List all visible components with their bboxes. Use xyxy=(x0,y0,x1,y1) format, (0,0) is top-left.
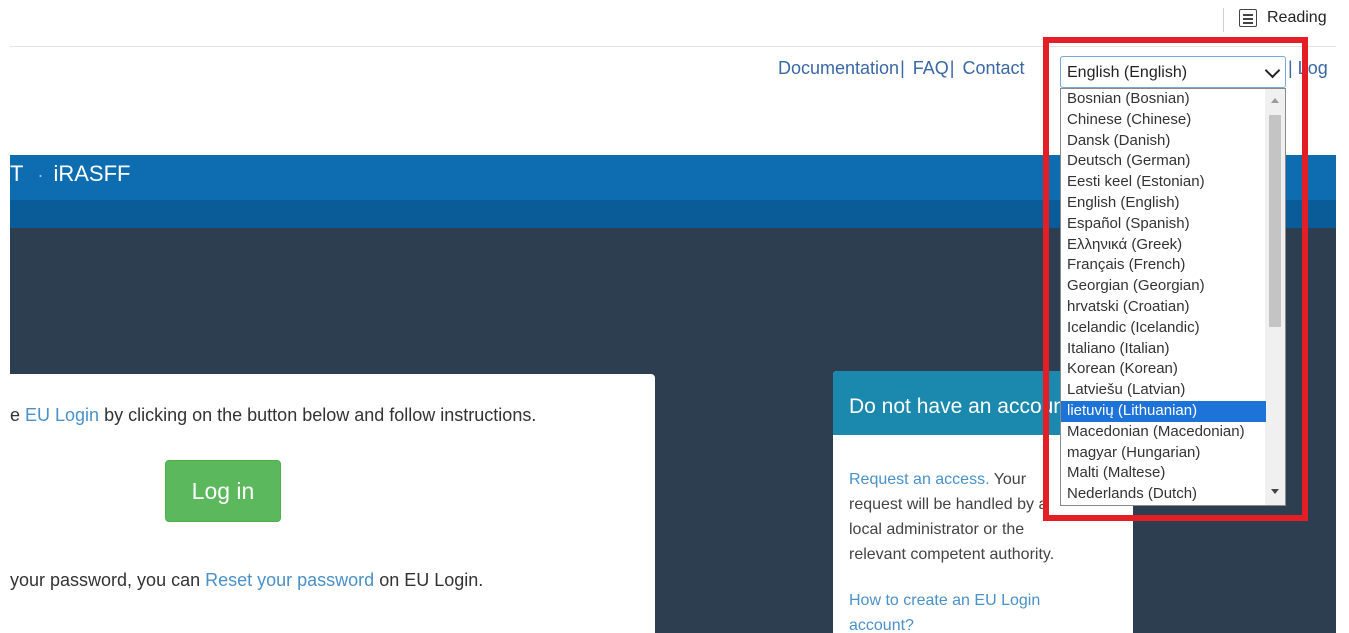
language-option[interactable]: Nederlands (Dutch) xyxy=(1061,484,1266,505)
language-option[interactable]: Chinese (Chinese) xyxy=(1061,110,1266,131)
brand-prefix: T xyxy=(10,161,24,186)
language-option[interactable]: Icelandic (Icelandic) xyxy=(1061,318,1266,339)
top-nav: Documentation| FAQ| Contact xyxy=(778,58,1025,79)
eu-login-link[interactable]: EU Login xyxy=(25,405,99,425)
log-in-button[interactable]: Log in xyxy=(165,460,281,522)
language-option[interactable]: lietuvių (Lithuanian) xyxy=(1061,401,1266,422)
language-option[interactable]: Latviešu (Latvian) xyxy=(1061,380,1266,401)
scroll-thumb[interactable] xyxy=(1269,115,1281,327)
contact-link[interactable]: Contact xyxy=(963,58,1025,78)
request-access-link[interactable]: Request an access. xyxy=(849,471,990,488)
language-option[interactable]: Français (French) xyxy=(1061,255,1266,276)
language-option[interactable]: Español (Spanish) xyxy=(1061,214,1266,235)
nav-separator: | xyxy=(900,58,905,78)
language-option[interactable]: Georgian (Georgian) xyxy=(1061,276,1266,297)
documentation-link[interactable]: Documentation xyxy=(778,58,899,78)
language-option[interactable]: Bosnian (Bosnian) xyxy=(1061,89,1266,110)
browser-toolbar xyxy=(0,0,1349,46)
reset-suffix: on EU Login. xyxy=(374,570,484,590)
reset-prefix: your password, you can xyxy=(10,570,206,590)
faq-link[interactable]: FAQ xyxy=(913,58,949,78)
language-select[interactable]: English (English) xyxy=(1060,56,1286,88)
scroll-down-arrow-icon[interactable] xyxy=(1271,489,1279,494)
login-intro-text: by clicking on the button below and foll… xyxy=(99,405,537,425)
account-howto: How to create an EU Login account? xyxy=(849,588,1079,633)
reset-password-text: your password, you can Reset your passwo… xyxy=(10,570,483,591)
reading-view-button[interactable]: Reading xyxy=(1239,9,1327,27)
account-request-text: Request an access. Your request will be … xyxy=(849,467,1079,567)
language-option[interactable]: Dansk (Danish) xyxy=(1061,131,1266,152)
reset-password-link[interactable]: Reset your password xyxy=(205,570,374,590)
brand-title: T · iRASFF xyxy=(10,161,130,187)
page-edge-left xyxy=(0,0,10,633)
page-edge-right xyxy=(1336,48,1349,633)
logout-link[interactable]: | Log xyxy=(1288,58,1328,79)
language-select-value: English (English) xyxy=(1067,64,1188,81)
language-option[interactable]: English (English) xyxy=(1061,193,1266,214)
brand-dot: · xyxy=(37,165,44,185)
dropdown-scrollbar[interactable] xyxy=(1265,89,1285,505)
language-option[interactable]: Italiano (Italian) xyxy=(1061,339,1266,360)
scroll-up-arrow-icon[interactable] xyxy=(1271,98,1279,103)
reading-view-icon xyxy=(1239,9,1257,27)
toolbar-divider xyxy=(1223,8,1224,32)
chevron-down-icon xyxy=(1264,62,1281,79)
brand-name: iRASFF xyxy=(53,161,131,186)
language-option[interactable]: Eesti keel (Estonian) xyxy=(1061,172,1266,193)
language-option[interactable]: Malti (Maltese) xyxy=(1061,463,1266,484)
language-option[interactable]: magyar (Hungarian) xyxy=(1061,443,1266,464)
login-instructions: e EU Login by clicking on the button bel… xyxy=(10,405,536,426)
language-option[interactable]: Deutsch (German) xyxy=(1061,151,1266,172)
language-option[interactable]: hrvatski (Croatian) xyxy=(1061,297,1266,318)
nav-separator: | xyxy=(949,58,955,78)
browser-separator xyxy=(10,46,1336,47)
reading-view-label: Reading xyxy=(1267,9,1327,26)
language-option[interactable]: Ελληνικά (Greek) xyxy=(1061,235,1266,256)
create-eu-login-link[interactable]: How to create an EU Login account? xyxy=(849,592,1040,633)
language-option[interactable]: Korean (Korean) xyxy=(1061,359,1266,380)
language-option[interactable]: Macedonian (Macedonian) xyxy=(1061,422,1266,443)
login-intro-prefix: e xyxy=(10,405,26,425)
language-dropdown-list[interactable]: Bosnian (Bosnian) Chinese (Chinese) Dansk … xyxy=(1060,88,1286,506)
